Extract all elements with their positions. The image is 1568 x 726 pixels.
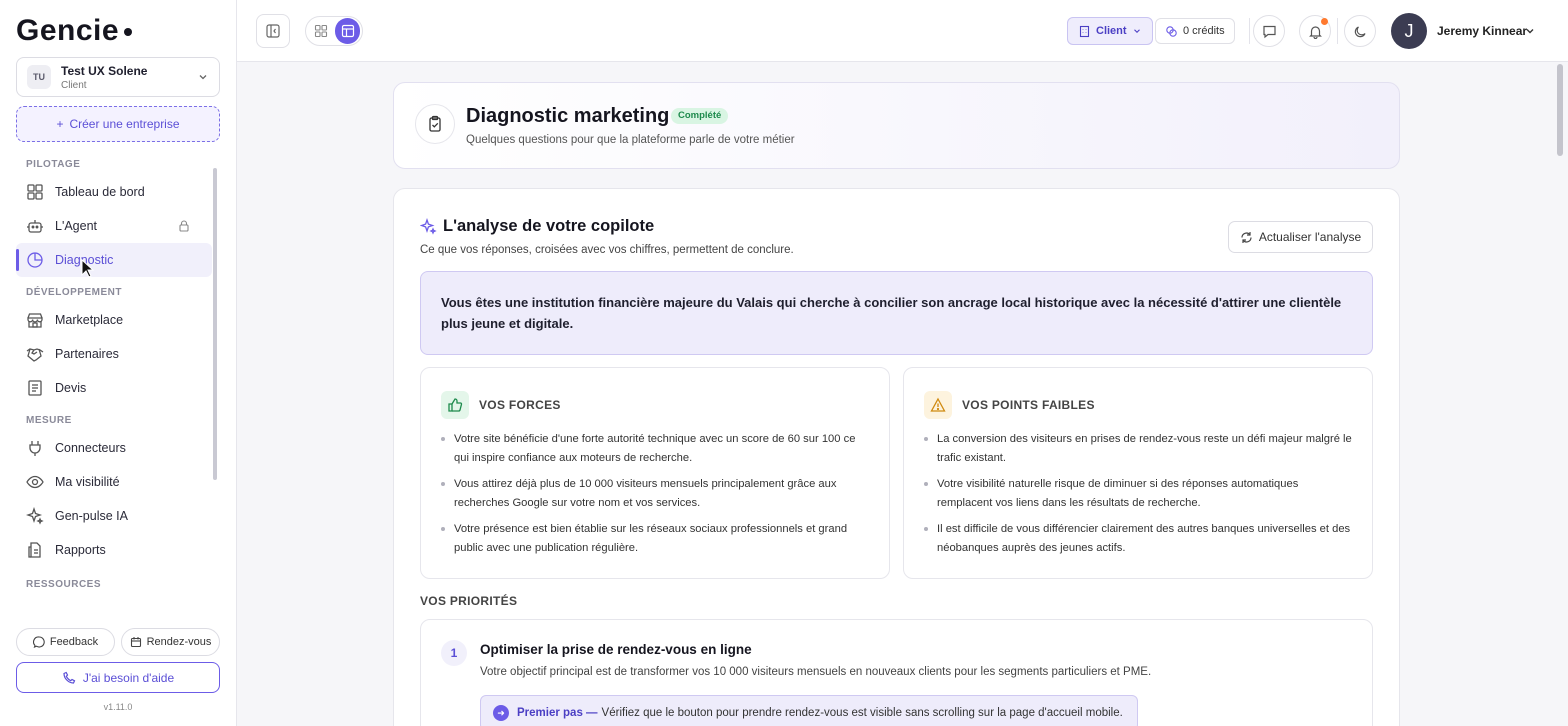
analysis-subtitle: Ce que vos réponses, croisées avec vos c…: [420, 244, 794, 256]
list-item: Vous attirez déjà plus de 10 000 visiteu…: [441, 475, 871, 512]
toggle-sidebar-button[interactable]: [256, 14, 290, 48]
analysis-summary: Vous êtes une institution financière maj…: [420, 271, 1373, 355]
chevron-down-icon: [1133, 29, 1140, 34]
user-name[interactable]: Jeremy Kinnear: [1437, 24, 1527, 38]
coins-icon: [1166, 25, 1177, 37]
plus-icon: +: [56, 117, 64, 131]
section-mesure: MESURE: [26, 415, 72, 426]
analysis-card: L'analyse de votre copilote Ce que vos r…: [393, 188, 1400, 726]
messages-button[interactable]: [1253, 15, 1285, 47]
page-scrollbar[interactable]: [1557, 64, 1563, 156]
sidebar-item-visibility[interactable]: Ma visibilité: [16, 465, 212, 499]
message-icon: [1262, 25, 1276, 38]
clipboard-icon: [415, 104, 455, 144]
thumbs-up-icon: [441, 391, 469, 419]
mouse-cursor-icon: [81, 259, 95, 278]
grid-icon: [314, 24, 327, 38]
client-mode-dropdown[interactable]: Client: [1067, 17, 1153, 45]
brand-logo[interactable]: Gencie: [16, 14, 133, 48]
warning-icon: [924, 391, 952, 419]
strengths-panel: VOS FORCES Votre site bénéficie d'une fo…: [420, 367, 890, 579]
eye-icon: [26, 475, 44, 489]
theme-toggle-button[interactable]: [1344, 15, 1376, 47]
list-item: Votre visibilité naturelle risque de dim…: [924, 475, 1354, 512]
view-layout-button[interactable]: [335, 18, 360, 44]
weaknesses-panel: VOS POINTS FAIBLES La conversion des vis…: [903, 367, 1373, 579]
company-switcher[interactable]: TU Test UX Solene Client: [16, 57, 220, 97]
create-company-button[interactable]: + Créer une entreprise: [16, 106, 220, 142]
company-name: Test UX Solene: [61, 63, 148, 78]
section-ressources: RESSOURCES: [26, 579, 102, 590]
sidebar-collapse-icon: [266, 24, 280, 38]
notification-dot: [1321, 18, 1328, 25]
chevron-down-icon: [199, 75, 207, 80]
analysis-title: L'analyse de votre copilote: [420, 217, 654, 236]
view-toggle: [305, 16, 363, 46]
plug-icon: [29, 441, 41, 456]
sidebar: Gencie TU Test UX Solene Client + Créer …: [0, 0, 237, 726]
priorities-heading: VOS PRIORITÉS: [420, 594, 518, 608]
sidebar-item-reports[interactable]: Rapports: [16, 533, 212, 567]
refresh-icon: [1241, 231, 1252, 243]
priority-description: Votre objectif principal est de transfor…: [480, 666, 1152, 678]
divider: [1337, 18, 1338, 44]
pie-chart-icon: [27, 252, 43, 268]
feedback-button[interactable]: Feedback: [16, 628, 115, 656]
notifications-button[interactable]: [1299, 15, 1331, 47]
phone-icon: [63, 671, 76, 684]
list-item: Votre site bénéficie d'une forte autorit…: [441, 430, 871, 467]
company-role: Client: [61, 79, 87, 91]
company-avatar: TU: [27, 65, 51, 89]
page-title: Diagnostic marketing: [466, 105, 670, 127]
list-item: Votre présence est bien établie sur les …: [441, 520, 871, 557]
list-item: La conversion des visiteurs en prises de…: [924, 430, 1354, 467]
sidebar-item-genpulse[interactable]: Gen-pulse IA: [16, 499, 212, 533]
refresh-analysis-button[interactable]: Actualiser l'analyse: [1228, 221, 1373, 253]
handshake-icon: [26, 348, 44, 362]
moon-icon: [1354, 25, 1366, 37]
credits-indicator[interactable]: 0 crédits: [1155, 18, 1235, 44]
chat-bubble-icon: [32, 636, 45, 648]
sidebar-item-marketplace[interactable]: Marketplace: [16, 303, 212, 337]
sidebar-item-connectors[interactable]: Connecteurs: [16, 431, 212, 465]
sidebar-scrollbar[interactable]: [213, 168, 217, 480]
priority-title: Optimiser la prise de rendez-vous en lig…: [480, 642, 752, 657]
sidebar-nav: PILOTAGE Tableau de bord L'Agent Diagnos…: [16, 155, 212, 610]
status-badge: Complété: [671, 108, 729, 124]
document-icon: [28, 380, 42, 396]
report-icon: [28, 542, 41, 558]
grid-icon: [27, 184, 43, 200]
layout-icon: [341, 24, 354, 38]
store-icon: [27, 313, 43, 328]
lock-icon: [179, 220, 189, 232]
sidebar-item-quotes[interactable]: Devis: [16, 371, 212, 405]
page-header: Diagnostic marketing Complété Quelques q…: [393, 82, 1400, 169]
divider: [1249, 18, 1250, 44]
calendar-icon: [130, 637, 141, 648]
first-step: ➜ Premier pas — Vérifiez que le bouton p…: [480, 695, 1138, 726]
sidebar-item-agent[interactable]: L'Agent: [16, 209, 212, 243]
sidebar-item-partners[interactable]: Partenaires: [16, 337, 212, 371]
priority-card: 1 Optimiser la prise de rendez-vous en l…: [420, 619, 1373, 726]
help-button[interactable]: J'ai besoin d'aide: [16, 662, 220, 693]
user-avatar[interactable]: J: [1391, 13, 1427, 49]
priority-number: 1: [441, 640, 467, 666]
sidebar-item-dashboard[interactable]: Tableau de bord: [16, 175, 212, 209]
robot-icon: [27, 220, 43, 233]
sparkles-icon: [420, 218, 437, 235]
page-subtitle: Quelques questions pour que la plateform…: [466, 134, 795, 146]
bell-icon: [1308, 25, 1322, 39]
list-item: Il est difficile de vous différencier cl…: [924, 520, 1354, 557]
sparkles-icon: [26, 507, 44, 525]
appointment-button[interactable]: Rendez-vous: [121, 628, 220, 656]
section-developpement: DÉVELOPPEMENT: [26, 287, 122, 298]
topbar: Client 0 crédits J Jeremy Kinnear: [237, 0, 1568, 62]
view-grid-button[interactable]: [308, 18, 333, 44]
sidebar-item-diagnostic[interactable]: Diagnostic: [16, 243, 212, 277]
section-pilotage: PILOTAGE: [26, 159, 81, 170]
app-version: v1.11.0: [103, 702, 133, 712]
building-icon: [1079, 25, 1090, 37]
arrow-right-icon: ➜: [493, 705, 509, 721]
chevron-down-icon[interactable]: [1524, 25, 1536, 37]
